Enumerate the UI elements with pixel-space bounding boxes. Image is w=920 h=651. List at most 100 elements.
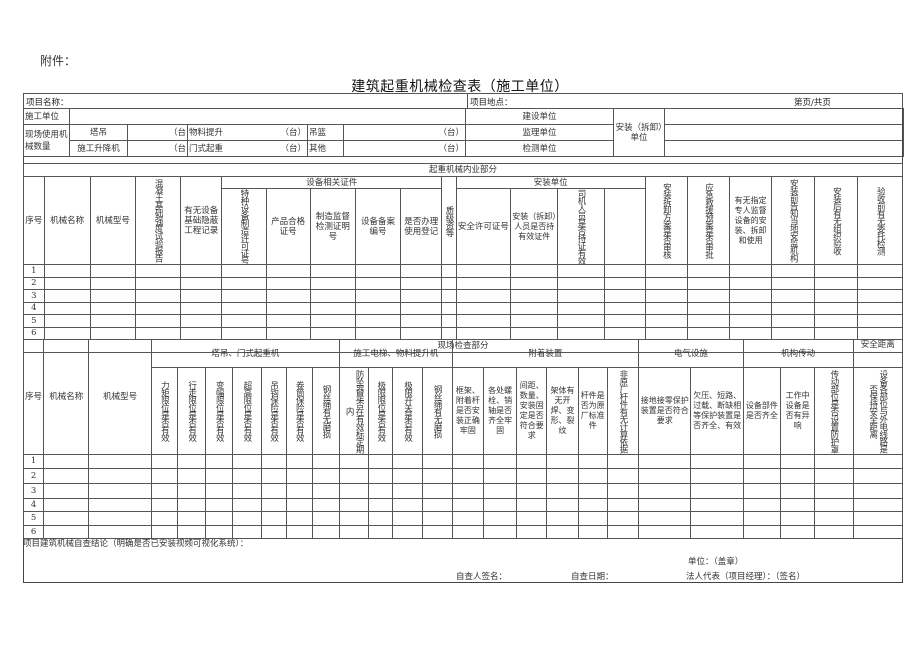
s2-cell[interactable] [852,511,903,526]
s1-cell[interactable] [354,326,402,340]
machine-count-elevator-unit[interactable]: （台 [127,140,188,157]
s2-cell[interactable] [742,467,782,484]
s2-cell[interactable] [606,511,640,526]
s2-cell[interactable] [742,511,782,526]
s2-cell[interactable] [311,482,341,499]
s2-cell[interactable] [285,497,313,512]
s1-cell[interactable] [221,326,267,340]
s1-cell[interactable] [400,289,443,303]
s1-cell[interactable] [309,326,356,340]
s1-cell[interactable] [400,301,443,315]
machine-count-other-unit[interactable]: （台） [343,140,466,157]
s1-cell[interactable] [455,326,512,340]
install-unit-value-2[interactable] [664,124,904,141]
s1-cell[interactable] [771,289,816,303]
s1-cell[interactable] [43,276,91,290]
s1-cell[interactable] [441,314,457,328]
s2-cell[interactable] [260,511,287,526]
s2-cell[interactable] [546,524,579,539]
s1-cell[interactable] [814,314,859,328]
s2-cell[interactable] [43,497,90,512]
s1-cell[interactable] [265,301,311,315]
s2-cell[interactable] [205,454,234,469]
s2-cell[interactable] [88,497,152,512]
s2-cell[interactable] [285,511,313,526]
s1-cell[interactable] [857,289,903,303]
s2-cell[interactable] [742,454,782,469]
s1-cell[interactable] [644,326,688,340]
s1-cell[interactable] [354,276,402,290]
s1-cell[interactable] [771,264,816,278]
s1-cell[interactable] [644,314,688,328]
s1-cell[interactable] [857,326,903,340]
s1-cell[interactable] [686,326,731,340]
s2-cell[interactable] [482,467,518,484]
s2-cell[interactable] [690,524,744,539]
s2-cell[interactable] [482,497,518,512]
s2-cell[interactable] [577,467,608,484]
s1-cell[interactable] [603,301,646,315]
s2-cell[interactable] [421,497,453,512]
s1-cell[interactable] [354,301,402,315]
s2-cell[interactable] [176,482,207,499]
s2-cell[interactable] [150,467,179,484]
s2-cell[interactable] [176,497,207,512]
install-unit-value-1[interactable] [664,108,904,125]
s2-cell[interactable] [482,454,518,469]
s1-cell[interactable] [510,326,559,340]
s1-cell[interactable] [771,326,816,340]
s1-cell[interactable] [135,326,182,340]
s2-cell[interactable] [451,497,484,512]
s2-cell[interactable] [150,497,179,512]
s2-cell[interactable] [260,497,287,512]
s2-cell[interactable] [421,482,453,499]
s2-cell[interactable] [690,467,744,484]
s1-cell[interactable] [221,276,267,290]
s2-cell[interactable] [516,524,548,539]
s1-cell[interactable] [603,276,646,290]
s1-cell[interactable] [686,314,731,328]
s1-cell[interactable] [455,264,512,278]
s1-cell[interactable] [43,301,91,315]
s2-cell[interactable] [852,454,903,469]
s1-cell[interactable] [603,326,646,340]
s2-cell[interactable] [43,511,90,526]
s2-cell[interactable] [368,497,394,512]
s2-cell[interactable] [779,454,816,469]
s1-cell[interactable] [510,276,559,290]
s1-cell[interactable] [180,326,223,340]
s1-cell[interactable] [729,301,773,315]
s2-cell[interactable] [852,467,903,484]
s1-cell[interactable] [89,289,137,303]
s1-cell[interactable] [441,289,457,303]
s1-cell[interactable] [89,314,137,328]
s2-cell[interactable] [852,482,903,499]
s1-cell[interactable] [221,301,267,315]
s1-cell[interactable] [814,326,859,340]
s1-cell[interactable] [180,264,223,278]
s2-cell[interactable] [516,482,548,499]
s2-cell[interactable] [546,497,579,512]
s2-cell[interactable] [392,467,423,484]
s2-cell[interactable] [638,454,692,469]
s1-cell[interactable] [221,264,267,278]
s1-cell[interactable] [857,314,903,328]
s1-cell[interactable] [857,264,903,278]
s1-cell[interactable] [441,264,457,278]
s1-cell[interactable] [309,301,356,315]
s2-cell[interactable] [451,482,484,499]
s1-cell[interactable] [309,264,356,278]
s1-cell[interactable] [686,264,731,278]
s1-cell[interactable] [455,301,512,315]
s2-cell[interactable] [392,511,423,526]
s2-cell[interactable] [638,497,692,512]
s2-cell[interactable] [392,454,423,469]
s2-cell[interactable] [516,497,548,512]
s2-cell[interactable] [205,482,234,499]
s2-cell[interactable] [392,497,423,512]
s2-cell[interactable] [421,524,453,539]
s2-cell[interactable] [150,454,179,469]
s2-cell[interactable] [421,454,453,469]
s1-cell[interactable] [771,276,816,290]
s1-cell[interactable] [400,276,443,290]
